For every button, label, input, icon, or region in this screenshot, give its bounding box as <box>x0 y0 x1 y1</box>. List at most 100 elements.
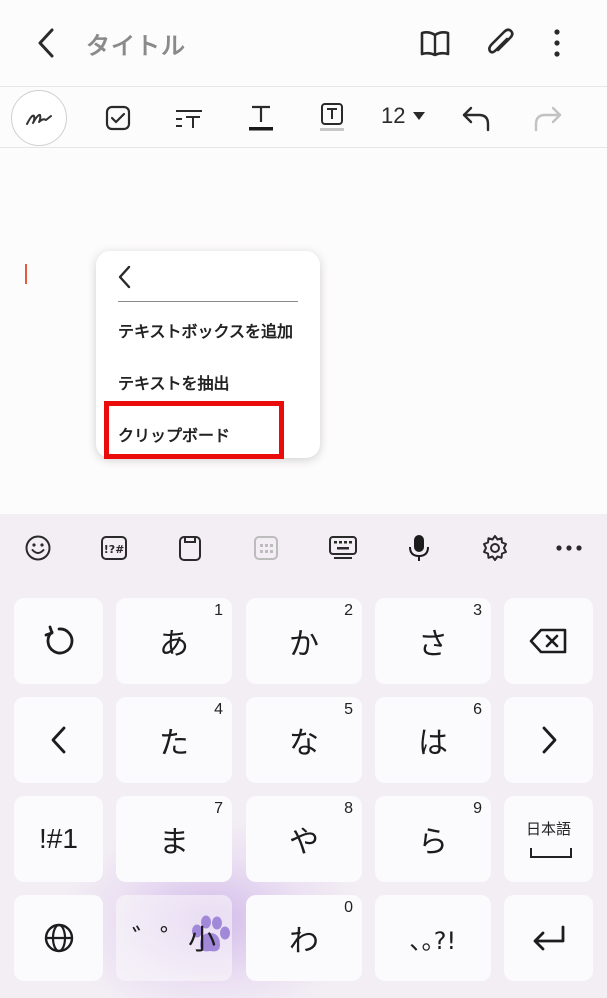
key-number: 7 <box>214 800 223 817</box>
keyboard-toolbar: !?# <box>0 514 607 582</box>
backspace-icon <box>529 628 566 654</box>
book-icon <box>420 31 450 57</box>
format-toolbar: 12 <box>0 86 607 148</box>
key-symbols[interactable]: !#1 <box>14 796 103 882</box>
key-number: 3 <box>473 602 482 619</box>
key-number: 2 <box>344 602 353 619</box>
key-number: 5 <box>344 701 353 718</box>
text-highlight-icon <box>320 103 344 131</box>
key-label: た <box>159 726 189 761</box>
undo-icon <box>462 106 490 132</box>
key-ta[interactable]: た 4 <box>116 697 232 783</box>
emoji-button[interactable] <box>20 530 56 566</box>
redo-button[interactable] <box>530 100 566 136</box>
key-wa[interactable]: わ 0 <box>246 895 362 981</box>
key-number: 0 <box>344 899 353 916</box>
undo-button[interactable] <box>458 100 494 136</box>
checkbox-icon <box>105 105 131 131</box>
clipboard-button[interactable] <box>172 530 208 566</box>
globe-icon <box>44 923 73 953</box>
voice-input-button[interactable] <box>401 530 437 566</box>
key-label: 日本語 <box>525 820 571 838</box>
key-label: あ <box>159 627 189 662</box>
highlight-annotation-box <box>104 401 284 459</box>
key-label: わ <box>289 924 319 959</box>
undo-circle-icon <box>44 625 73 655</box>
mic-icon <box>409 535 429 561</box>
arrow-left-icon <box>51 726 65 754</box>
paperclip-icon <box>488 28 514 54</box>
key-backspace[interactable] <box>504 598 593 684</box>
numpad-icon <box>254 536 278 560</box>
menu-item-extract-text[interactable]: テキストを抽出 <box>118 370 230 394</box>
more-options-button[interactable] <box>540 24 574 62</box>
chevron-down-icon[interactable] <box>412 111 426 121</box>
key-label: や <box>289 825 319 860</box>
font-size-value[interactable]: 12 <box>381 103 405 129</box>
key-label: か <box>289 627 319 662</box>
svg-text:!?#: !?# <box>104 543 125 556</box>
pen-button[interactable] <box>11 90 67 146</box>
key-label: !#1 <box>39 823 78 854</box>
key-label: な <box>289 726 319 761</box>
emoji-icon <box>25 535 51 561</box>
more-horizontal-icon <box>556 545 582 551</box>
pen-icon <box>26 113 52 125</box>
symbols-icon: !?# <box>101 536 127 560</box>
key-number: 9 <box>473 800 482 817</box>
key-dakuten[interactable]: ゛゜小 <box>116 895 232 981</box>
key-label: さ <box>418 627 448 662</box>
key-ka[interactable]: か 2 <box>246 598 362 684</box>
text-style-button[interactable] <box>171 100 207 136</box>
more-vertical-icon <box>554 29 560 57</box>
key-label: は <box>418 726 448 761</box>
key-ha[interactable]: は 6 <box>375 697 491 783</box>
key-space-language[interactable]: 日本語 <box>504 796 593 882</box>
key-undo[interactable] <box>14 598 103 684</box>
key-sa[interactable]: さ 3 <box>375 598 491 684</box>
key-number: 4 <box>214 701 223 718</box>
app-header: タイトル <box>0 0 607 86</box>
page-title[interactable]: タイトル <box>86 26 186 61</box>
numpad-button[interactable] <box>248 530 284 566</box>
key-ya[interactable]: や 8 <box>246 796 362 882</box>
text-style-icon <box>176 110 202 128</box>
space-icon <box>530 848 572 858</box>
keyboard-more-button[interactable] <box>551 530 587 566</box>
key-number: 1 <box>214 602 223 619</box>
back-button[interactable] <box>30 24 64 62</box>
menu-divider <box>118 301 298 302</box>
back-arrow-icon <box>38 28 54 58</box>
chevron-left-icon <box>118 265 131 289</box>
arrow-right-icon <box>542 726 556 754</box>
key-label: ま <box>159 825 189 860</box>
text-highlight-button[interactable] <box>314 100 350 136</box>
key-left[interactable] <box>14 697 103 783</box>
text-color-button[interactable] <box>243 100 279 136</box>
symbols-button[interactable]: !?# <box>96 530 132 566</box>
clipboard-icon <box>179 536 201 561</box>
enter-icon <box>533 925 564 951</box>
reading-mode-button[interactable] <box>418 24 452 62</box>
key-punctuation[interactable]: ､｡?! <box>375 895 491 981</box>
key-enter[interactable] <box>504 895 593 981</box>
menu-item-add-textbox[interactable]: テキストボックスを追加 <box>118 318 293 342</box>
checkbox-button[interactable] <box>100 100 136 136</box>
key-na[interactable]: な 5 <box>246 697 362 783</box>
attach-button[interactable] <box>483 24 517 62</box>
menu-back-button[interactable] <box>114 263 136 291</box>
settings-icon <box>483 535 507 561</box>
key-ma[interactable]: ま 7 <box>116 796 232 882</box>
key-globe[interactable] <box>14 895 103 981</box>
key-right[interactable] <box>504 697 593 783</box>
key-ra[interactable]: ら 9 <box>375 796 491 882</box>
keyboard-icon <box>329 536 357 559</box>
key-a[interactable]: あ 1 <box>116 598 232 684</box>
settings-button[interactable] <box>477 530 513 566</box>
key-number: 6 <box>473 701 482 718</box>
redo-icon <box>534 106 562 132</box>
keyboard-mode-button[interactable] <box>325 530 361 566</box>
text-underline-icon <box>249 105 273 131</box>
key-label: ゛゜小 <box>131 923 216 956</box>
key-label: ら <box>418 825 448 860</box>
